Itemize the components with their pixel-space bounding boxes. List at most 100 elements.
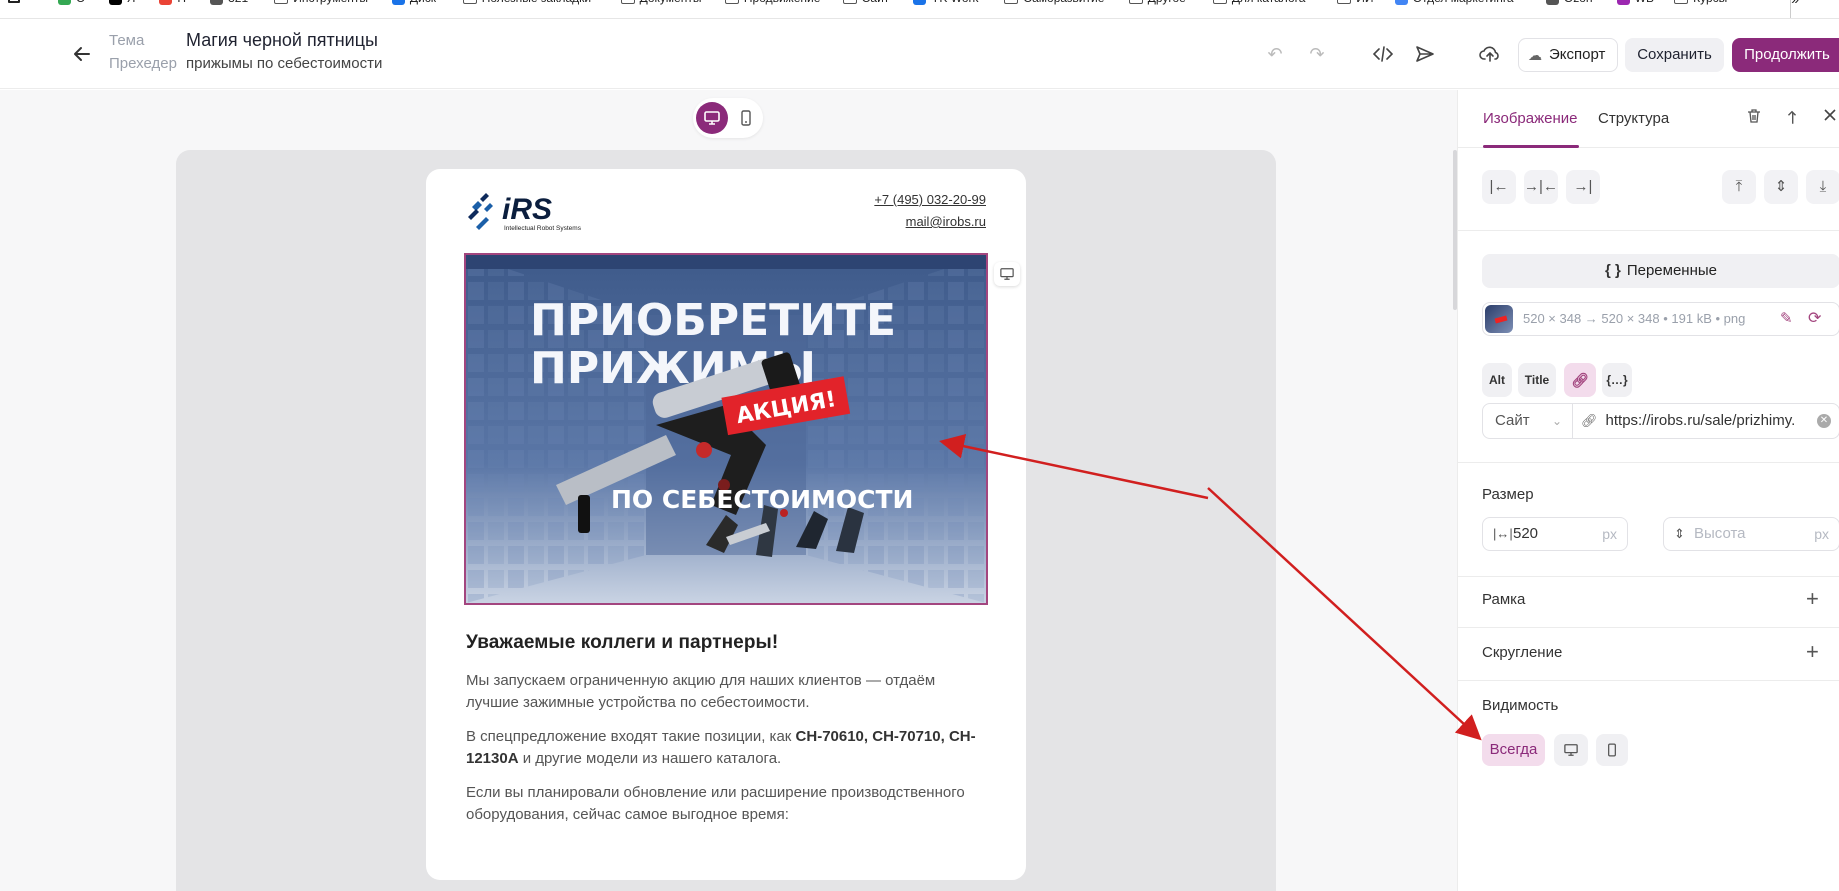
bookmark-item[interactable]: Саморазвитие — [1004, 0, 1104, 5]
alt-button[interactable]: Alt — [1482, 363, 1512, 397]
favicon-icon — [1394, 0, 1408, 5]
border-heading[interactable]: Рамка — [1482, 591, 1525, 608]
bookmark-item[interactable]: WB — [1616, 0, 1654, 5]
paragraph-2-text-end: и другие модели из нашего каталога. — [518, 750, 782, 767]
cloud-upload-icon — [1479, 46, 1499, 62]
bookmark-item[interactable]: Отдел маркетинга — [1394, 0, 1514, 5]
align-left-button[interactable]: |← — [1482, 170, 1516, 204]
clear-link-icon[interactable]: ✕ — [1817, 414, 1831, 428]
export-button[interactable]: ☁ Экспорт — [1518, 38, 1619, 72]
bookmark-item[interactable]: Инструменты — [274, 0, 368, 5]
bookmark-item[interactable]: Диск — [391, 0, 436, 5]
back-button[interactable] — [70, 42, 94, 66]
bookmarks-more[interactable]: » — [1791, 0, 1799, 7]
image-thumbnail[interactable] — [1485, 305, 1513, 333]
tab-image[interactable]: Изображение — [1483, 110, 1578, 127]
bookmark-label: Н — [177, 0, 186, 5]
valign-top-icon: ⤒ — [1735, 178, 1743, 195]
bookmark-label: Саморазвитие — [1023, 0, 1104, 5]
bookmark-item[interactable]: Продвижение — [724, 0, 820, 5]
divider — [1458, 627, 1839, 628]
visibility-desktop-button[interactable] — [1554, 734, 1588, 766]
replace-image-icon[interactable]: ⟳ — [1808, 303, 1821, 335]
bookmark-label: Сайт — [862, 0, 890, 5]
bookmark-item[interactable]: Ozon — [1545, 0, 1593, 5]
width-input[interactable]: |↔| 520 px — [1482, 517, 1628, 551]
code-button[interactable] — [1368, 39, 1398, 69]
bookmark-item[interactable]: Н — [159, 0, 186, 5]
desktop-view-button[interactable] — [696, 102, 728, 134]
arrow-left-icon — [74, 47, 90, 61]
close-panel-button[interactable] — [1818, 108, 1839, 127]
phone-link[interactable]: +7 (495) 032-20-99 — [874, 189, 986, 211]
select-parent-button[interactable] — [1780, 108, 1804, 129]
variables-button[interactable]: { } Переменные — [1482, 254, 1839, 288]
link-icon: 🔗︎ — [1571, 372, 1589, 388]
apps-grid-icon[interactable] — [8, 0, 20, 3]
canvas-scrollbar[interactable] — [1453, 150, 1457, 310]
bookmark-item[interactable]: Сайт — [842, 0, 890, 5]
bookmark-item[interactable]: Другое — [1128, 0, 1186, 5]
email-paragraph-2[interactable]: В спецпредложение входят такие позиции, … — [466, 726, 986, 770]
undo-icon: ↶ — [1267, 44, 1283, 64]
add-rounding-icon[interactable]: + — [1806, 641, 1819, 663]
email-paragraph-1[interactable]: Мы запускаем ограниченную акцию для наши… — [466, 670, 986, 714]
email-link[interactable]: mail@irobs.ru — [874, 211, 986, 233]
block-visibility-badge[interactable] — [994, 262, 1020, 286]
email-paragraph-3[interactable]: Если вы планировали обновление или расши… — [466, 782, 986, 826]
align-right-button[interactable]: →| — [1566, 170, 1600, 204]
link-url-input[interactable]: 🔗︎ https://irobs.ru/sale/prizhimy. — [1581, 404, 1795, 438]
visibility-always-button[interactable]: Всегда — [1482, 734, 1545, 766]
valign-bottom-button[interactable]: ⤓ — [1806, 170, 1839, 204]
irs-logo[interactable]: iRS Intellectual Robot Systems — [466, 185, 606, 235]
email-contacts: +7 (495) 032-20-99 mail@irobs.ru — [874, 189, 986, 233]
add-border-icon[interactable]: + — [1806, 588, 1819, 610]
bookmark-item[interactable]: Документы — [620, 0, 701, 5]
bookmark-item[interactable]: Для каталога — [1212, 0, 1305, 5]
bookmark-label: Диск — [410, 0, 436, 5]
link-icon: 🔗︎ — [1581, 413, 1598, 428]
hero-image-art: ПРИОБРЕТИТЕ ПРИЖИМЫ АКЦИЯ! ПО СЕБЕСТОИМО… — [466, 255, 986, 603]
align-center-button[interactable]: →|← — [1524, 170, 1558, 204]
edit-image-icon[interactable]: ✎ — [1780, 303, 1793, 335]
undo-button[interactable]: ↶ — [1260, 39, 1290, 69]
link-type-select[interactable]: Сайт ⌄ — [1483, 404, 1573, 438]
title-button[interactable]: Title — [1518, 363, 1556, 397]
redo-button[interactable]: ↷ — [1302, 39, 1332, 69]
visibility-mobile-button[interactable] — [1596, 734, 1628, 766]
save-button[interactable]: Сохранить — [1625, 38, 1724, 72]
email-heading[interactable]: Уважаемые коллеги и партнеры! — [466, 632, 778, 654]
width-value: 520 — [1513, 525, 1539, 542]
link-toggle-button[interactable]: 🔗︎ — [1564, 363, 1596, 397]
close-icon — [1824, 109, 1836, 121]
delete-block-button[interactable] — [1742, 108, 1766, 129]
valign-top-button[interactable]: ⤒ — [1722, 170, 1756, 204]
tab-structure[interactable]: Структура — [1598, 110, 1669, 127]
rounding-heading[interactable]: Скругление — [1482, 644, 1562, 661]
mobile-view-button[interactable] — [733, 102, 759, 134]
bookmark-item[interactable]: YK Work — [913, 0, 979, 5]
continue-button[interactable]: Продолжить — [1732, 38, 1839, 72]
upload-button[interactable] — [1475, 39, 1505, 69]
height-input[interactable]: ⇕ Высота px — [1663, 517, 1839, 551]
bookmark-item[interactable]: Курсы — [1674, 0, 1727, 5]
bookmark-item[interactable]: Полезные закладки — [462, 0, 591, 5]
editor-canvas: iRS Intellectual Robot Systems +7 (495) … — [0, 90, 1457, 891]
folder-icon — [1212, 0, 1227, 4]
desktop-icon — [704, 111, 720, 125]
bookmark-label: Отдел маркетинга — [1413, 0, 1514, 5]
hero-image[interactable]: ПРИОБРЕТИТЕ ПРИЖИМЫ АКЦИЯ! ПО СЕБЕСТОИМО… — [464, 253, 988, 605]
bookmark-item[interactable]: С — [58, 0, 85, 5]
bookmark-item[interactable]: Я — [108, 0, 135, 5]
bookmark-item[interactable]: ИИ — [1337, 0, 1374, 5]
variable-insert-button[interactable]: {…} — [1602, 363, 1632, 397]
image-source-field[interactable]: 520 × 348 → 520 × 348 • 191 kB • png ✎ ⟳ — [1482, 302, 1839, 336]
valign-middle-button[interactable]: ⇕ — [1764, 170, 1798, 204]
send-icon — [1416, 46, 1434, 62]
width-unit: px — [1602, 526, 1617, 542]
send-test-button[interactable] — [1410, 39, 1440, 69]
bookmark-item[interactable]: 321 — [210, 0, 248, 5]
email-preheader[interactable]: прижымы по себестоимости — [186, 55, 382, 72]
favicon-icon — [1545, 0, 1559, 5]
email-title[interactable]: Магия черной пятницы — [186, 30, 378, 51]
